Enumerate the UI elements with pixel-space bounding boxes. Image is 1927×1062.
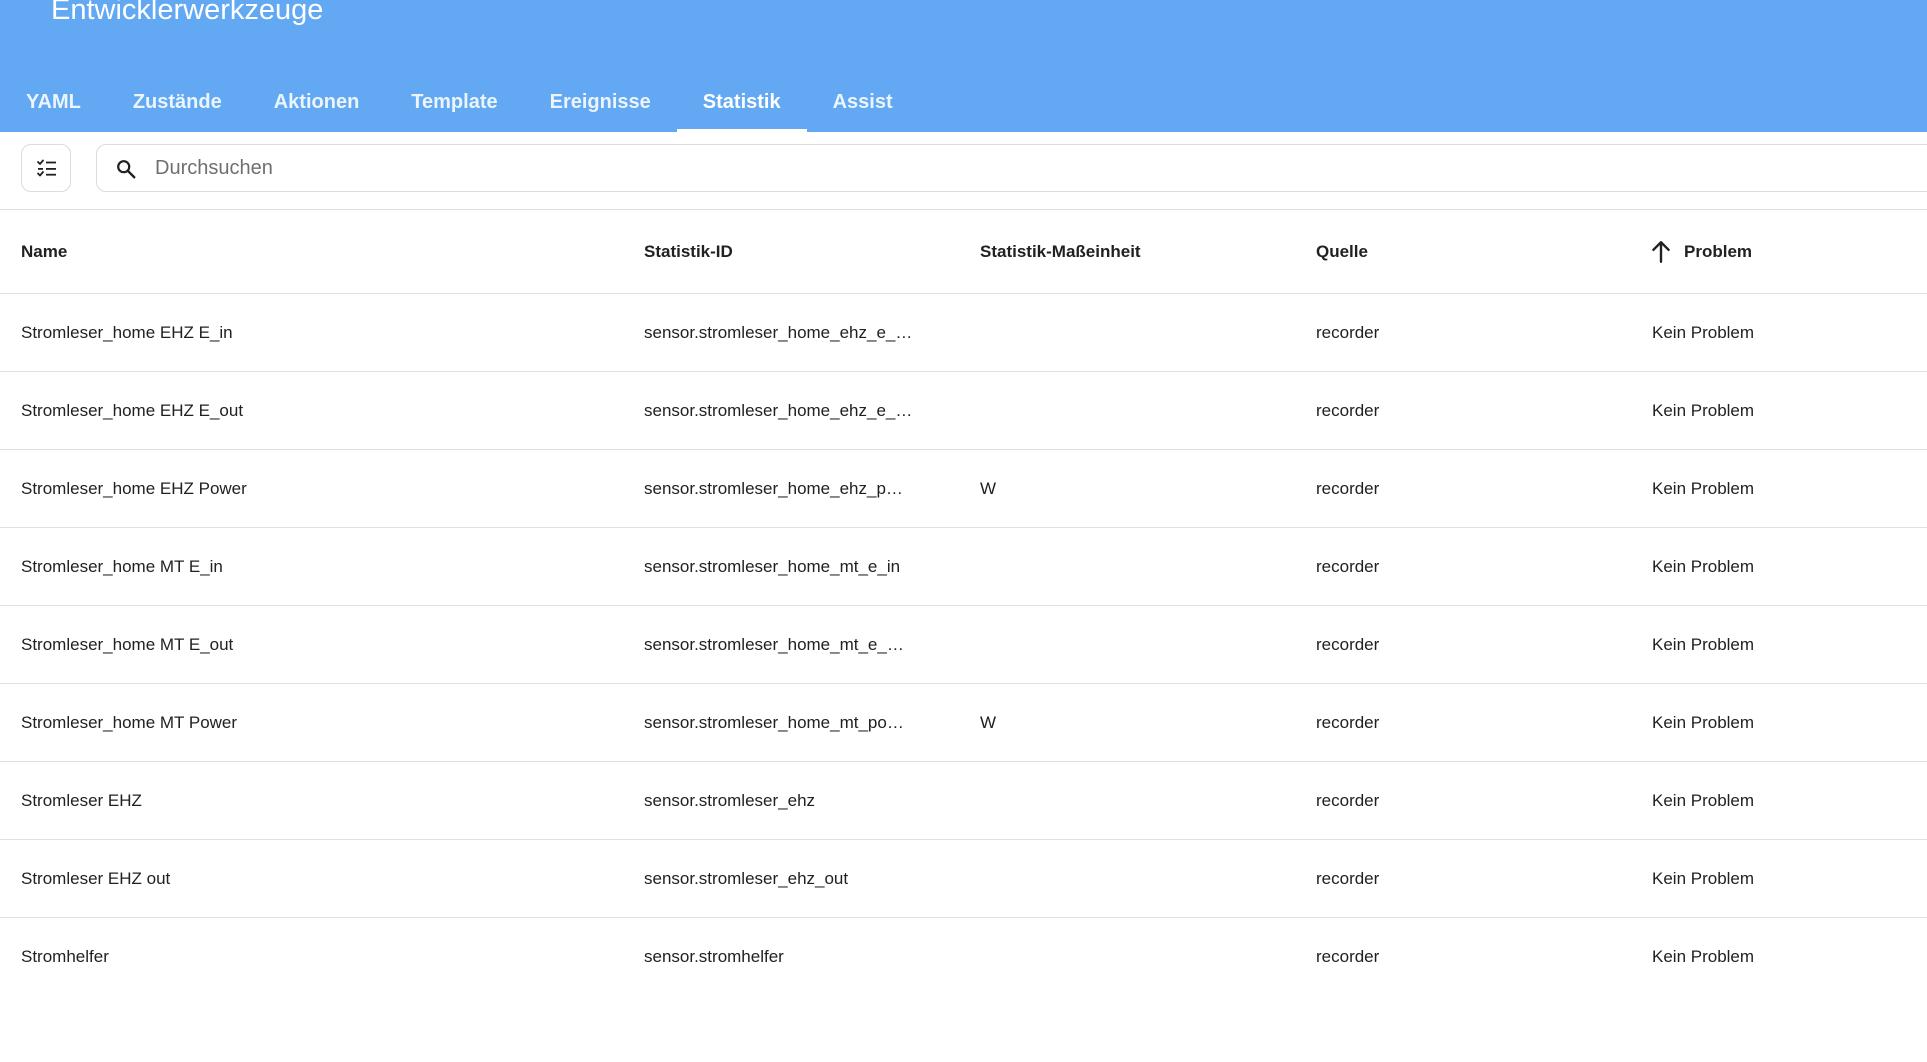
- cell-name: Stromleser_home MT E_in: [21, 557, 223, 576]
- cell-statistic-id: sensor.stromleser_ehz_out: [644, 869, 849, 888]
- cell-unit: [980, 762, 1280, 840]
- cell-source: recorder: [1316, 479, 1380, 498]
- cell-problem: Kein Problem: [1652, 635, 1755, 654]
- cell-source: recorder: [1316, 713, 1380, 732]
- cell-statistic-id: sensor.stromleser_ehz: [644, 791, 816, 810]
- search-icon: [117, 160, 136, 179]
- search-input[interactable]: [155, 147, 1855, 189]
- page-title: Entwicklerwerkzeuge: [51, 0, 324, 26]
- table-row[interactable]: Stromleser_home EHZ E_in sensor.stromles…: [0, 294, 1927, 372]
- filter-button[interactable]: [21, 144, 71, 192]
- cell-statistic-id: sensor.stromleser_home_ehz_e_…: [644, 323, 913, 342]
- cell-source: recorder: [1316, 869, 1380, 888]
- tab-template[interactable]: Template: [385, 68, 523, 132]
- cell-problem: Kein Problem: [1652, 791, 1755, 810]
- cell-unit: [980, 294, 1280, 372]
- tab-assist[interactable]: Assist: [807, 68, 919, 132]
- table-row[interactable]: Stromleser_home MT E_out sensor.stromles…: [0, 606, 1927, 684]
- tab-yaml[interactable]: YAML: [0, 68, 107, 132]
- column-header-problem-label: Problem: [1684, 242, 1753, 261]
- arrow-up-icon: [1652, 241, 1670, 263]
- table-row[interactable]: Stromleser_home EHZ E_out sensor.stromle…: [0, 372, 1927, 450]
- cell-statistic-id: sensor.stromleser_home_mt_e_…: [644, 635, 904, 654]
- column-header-statistic-id[interactable]: Statistik-ID: [644, 210, 934, 294]
- cell-unit: W: [980, 479, 997, 498]
- cell-source: recorder: [1316, 947, 1380, 966]
- cell-unit: [980, 372, 1280, 450]
- search-box: [96, 144, 1927, 192]
- table-row[interactable]: Stromleser_home EHZ Power sensor.stromle…: [0, 450, 1927, 528]
- table-row[interactable]: Stromleser_home MT Power sensor.stromles…: [0, 684, 1927, 762]
- cell-unit: [980, 606, 1280, 684]
- tab-statistik[interactable]: Statistik: [676, 68, 807, 132]
- cell-problem: Kein Problem: [1652, 869, 1755, 888]
- cell-source: recorder: [1316, 791, 1380, 810]
- column-header-source[interactable]: Quelle: [1316, 210, 1616, 294]
- cell-statistic-id: sensor.stromhelfer: [644, 947, 784, 966]
- filter-list-icon: [37, 159, 56, 177]
- tab-ereignisse[interactable]: Ereignisse: [524, 68, 677, 132]
- cell-source: recorder: [1316, 401, 1380, 420]
- cell-problem: Kein Problem: [1652, 479, 1755, 498]
- statistics-table: Name Statistik-ID Statistik-Maßeinheit Q…: [0, 210, 1927, 996]
- cell-name: Stromleser_home EHZ E_in: [21, 323, 233, 342]
- cell-problem: Kein Problem: [1652, 713, 1755, 732]
- cell-problem: Kein Problem: [1652, 323, 1755, 342]
- table-row[interactable]: Stromleser_home MT E_in sensor.stromlese…: [0, 528, 1927, 606]
- cell-source: recorder: [1316, 323, 1380, 342]
- cell-statistic-id: sensor.stromleser_home_mt_po…: [644, 713, 904, 732]
- tab-aktionen[interactable]: Aktionen: [248, 68, 386, 132]
- cell-name: Stromleser_home MT E_out: [21, 635, 234, 654]
- cell-source: recorder: [1316, 557, 1380, 576]
- column-header-problem[interactable]: Problem: [1652, 210, 1912, 294]
- table-toolbar: [0, 132, 1927, 210]
- app-header: Entwicklerwerkzeuge YAML Zustände Aktion…: [0, 0, 1927, 132]
- table-row[interactable]: Stromleser EHZ out sensor.stromleser_ehz…: [0, 840, 1927, 918]
- cell-name: Stromleser EHZ: [21, 791, 142, 810]
- cell-statistic-id: sensor.stromleser_home_mt_e_in: [644, 557, 901, 576]
- cell-source: recorder: [1316, 635, 1380, 654]
- tab-bar: YAML Zustände Aktionen Template Ereignis…: [0, 68, 919, 132]
- cell-name: Stromleser_home EHZ E_out: [21, 401, 244, 420]
- cell-unit: W: [980, 713, 997, 732]
- table-row[interactable]: Stromhelfer sensor.stromhelfer recorder …: [0, 918, 1927, 996]
- cell-name: Stromleser_home MT Power: [21, 713, 238, 732]
- column-header-name[interactable]: Name: [21, 210, 601, 294]
- cell-unit: [980, 840, 1280, 918]
- cell-problem: Kein Problem: [1652, 947, 1755, 966]
- table-header: Name Statistik-ID Statistik-Maßeinheit Q…: [0, 210, 1927, 294]
- cell-problem: Kein Problem: [1652, 401, 1755, 420]
- cell-name: Stromleser EHZ out: [21, 869, 171, 888]
- cell-name: Stromleser_home EHZ Power: [21, 479, 247, 498]
- cell-name: Stromhelfer: [21, 947, 109, 966]
- cell-statistic-id: sensor.stromleser_home_ehz_e_…: [644, 401, 913, 420]
- cell-problem: Kein Problem: [1652, 557, 1755, 576]
- column-header-unit[interactable]: Statistik-Maßeinheit: [980, 210, 1280, 294]
- cell-unit: [980, 528, 1280, 606]
- tab-zustaende[interactable]: Zustände: [107, 68, 248, 132]
- cell-unit: [980, 918, 1280, 996]
- cell-statistic-id: sensor.stromleser_home_ehz_p…: [644, 479, 903, 498]
- table-row[interactable]: Stromleser EHZ sensor.stromleser_ehz rec…: [0, 762, 1927, 840]
